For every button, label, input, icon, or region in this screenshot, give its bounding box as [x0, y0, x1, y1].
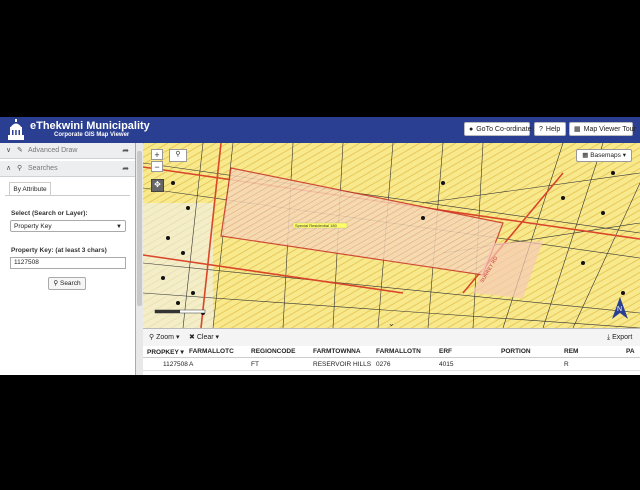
- results-toolbar: ⚲ Zoom ▾ ✖ Clear ▾ ⤓ Export: [143, 328, 640, 347]
- search-button[interactable]: ⚲ Search: [48, 277, 86, 290]
- table-cell-propkey[interactable]: 1127508: [163, 361, 188, 368]
- svg-text:⌄: ⌄: [388, 319, 395, 328]
- export-icon: ⤓: [607, 334, 611, 341]
- cadastral-map: Special Residential 180 SURREY RD ⌄: [143, 143, 640, 328]
- clear-dropdown[interactable]: ✖ Clear ▾: [189, 332, 219, 343]
- app-subtitle: Corporate GIS Map Viewer: [54, 132, 130, 138]
- column-header-rem[interactable]: REM: [564, 348, 578, 355]
- search-button-label: Search: [59, 280, 81, 287]
- searches-header[interactable]: ∧ ⚲ Searches ➦: [0, 161, 135, 177]
- map-canvas[interactable]: Special Residential 180 SURREY RD ⌄ + − …: [143, 143, 640, 328]
- export-button[interactable]: ⤓ Export: [607, 332, 632, 343]
- chevron-down-icon: ∨: [6, 147, 12, 154]
- app-title: eThekwini Municipality: [30, 120, 150, 132]
- column-header-farmtownna[interactable]: FARMTOWNNA: [313, 348, 361, 355]
- chevron-down-icon: ▾: [175, 334, 180, 341]
- north-label: N: [617, 306, 622, 313]
- searches-label: Searches: [28, 165, 58, 172]
- table-cell-rem[interactable]: R: [564, 361, 569, 368]
- pan-icon[interactable]: ✥: [151, 179, 164, 192]
- layer-select-value: Property Key: [14, 223, 52, 230]
- search-icon: ⚲: [17, 165, 23, 172]
- share-icon[interactable]: ➦: [122, 143, 129, 158]
- north-arrow-icon: N: [612, 297, 628, 319]
- results-table: PROPKEY ▾ FARMALLOTC REGIONCODE FARMTOWN…: [143, 346, 640, 375]
- app-header: eThekwini Municipality Corporate GIS Map…: [0, 117, 640, 143]
- table-cell-regioncode[interactable]: FT: [251, 361, 259, 368]
- chevron-down-icon: ▾: [622, 152, 626, 159]
- column-header-regioncode[interactable]: REGIONCODE: [251, 348, 295, 355]
- tab-divider: [5, 195, 130, 196]
- zoom-dropdown[interactable]: ⚲ Zoom ▾: [149, 332, 179, 343]
- grid-icon: ▦: [582, 152, 589, 159]
- help-button[interactable]: ? Help: [534, 122, 566, 136]
- map-viewer-app: eThekwini Municipality Corporate GIS Map…: [0, 117, 640, 375]
- select-layer-label: Select (Search or Layer):: [11, 210, 88, 217]
- column-header-portion[interactable]: PORTION: [501, 348, 531, 355]
- table-cell-farmallotc[interactable]: A: [189, 361, 193, 368]
- export-label: Export: [612, 334, 633, 341]
- side-panel: ∨ ✎ Advanced Draw ➦ ∧ ⚲ Searches ➦ By At…: [0, 143, 136, 375]
- tour-label: Map Viewer Tour: [583, 126, 636, 133]
- map-pin-icon: ●: [469, 126, 474, 133]
- goto-coordinate-button[interactable]: ● GoTo Co-ordinate: [464, 122, 532, 136]
- panel-scrollbar-thumb[interactable]: [137, 151, 142, 306]
- tab-by-attribute[interactable]: By Attribute: [9, 182, 51, 196]
- table-cell-farmallotn[interactable]: 0276: [376, 361, 390, 368]
- help-icon: ?: [539, 126, 543, 133]
- chevron-up-icon: ∧: [6, 165, 12, 172]
- share-icon[interactable]: ➦: [122, 161, 129, 176]
- table-cell-erf[interactable]: 4015: [439, 361, 453, 368]
- help-label: Help: [545, 126, 561, 133]
- search-icon: ⚲: [53, 280, 59, 287]
- column-header-farmallotn[interactable]: FARMALLOTN: [376, 348, 421, 355]
- tour-icon: ▦: [574, 126, 581, 133]
- zoom-out-button[interactable]: −: [151, 161, 163, 172]
- clear-icon: ✖: [189, 334, 195, 341]
- zoom-in-button[interactable]: +: [151, 149, 163, 160]
- basemaps-label: Basemaps: [590, 152, 621, 159]
- zoom-icon: ⚲: [149, 334, 155, 341]
- dropdown-arrow-icon: ▼: [116, 224, 122, 230]
- basemaps-button[interactable]: ▦ Basemaps ▾: [576, 149, 632, 162]
- row-divider: [143, 370, 640, 371]
- column-header-propkey[interactable]: PROPKEY ▾: [147, 348, 184, 356]
- sort-icon: ▾: [180, 349, 184, 356]
- table-cell-farmtownna[interactable]: RESERVOIR HILLS: [313, 361, 371, 368]
- city-hall-logo-icon: [8, 119, 24, 140]
- layer-select[interactable]: Property Key ▼: [10, 220, 126, 232]
- pencil-icon: ✎: [17, 147, 23, 154]
- zoom-label: Zoom: [156, 334, 174, 341]
- map-viewer-tour-button[interactable]: ▦ Map Viewer Tour: [569, 122, 636, 136]
- column-header-erf[interactable]: ERF: [439, 348, 452, 355]
- magnifier-icon[interactable]: ⚲: [169, 149, 187, 162]
- column-header-pa[interactable]: PA: [626, 348, 635, 355]
- advanced-draw-label: Advanced Draw: [28, 147, 78, 154]
- zoning-label: Special Residential 180: [295, 223, 338, 228]
- property-key-label: Property Key: (at least 3 chars): [11, 247, 107, 254]
- chevron-down-icon: ▾: [215, 334, 220, 341]
- property-key-input[interactable]: 1127508: [10, 257, 126, 269]
- header-divider: [143, 357, 640, 358]
- column-header-farmallotc[interactable]: FARMALLOTC: [189, 348, 234, 355]
- goto-coordinate-label: GoTo Co-ordinate: [476, 126, 532, 133]
- advanced-draw-header[interactable]: ∨ ✎ Advanced Draw ➦: [0, 143, 135, 159]
- clear-label: Clear: [196, 334, 214, 341]
